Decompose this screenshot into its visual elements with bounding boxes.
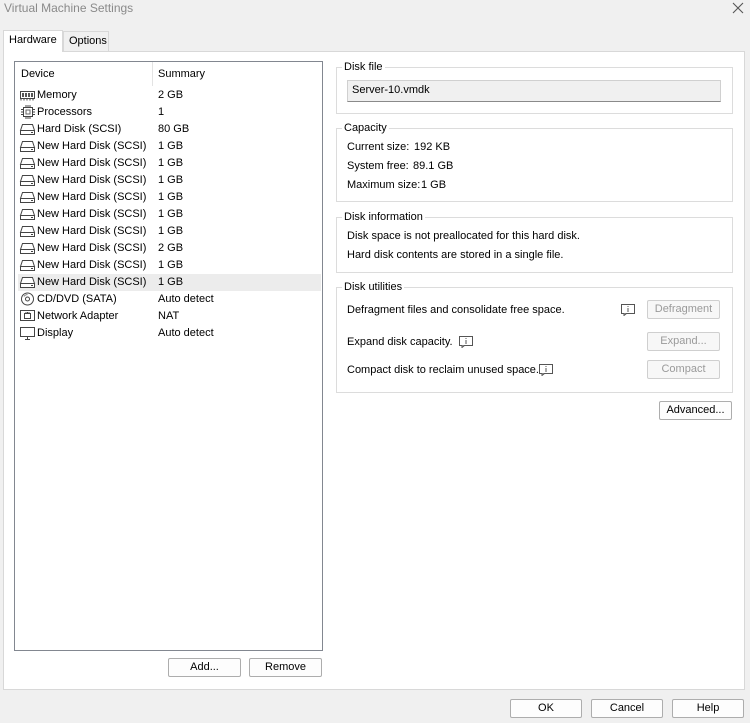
device-summary: 2 GB (158, 89, 184, 101)
hard-disk-icon (19, 190, 36, 204)
system-free-value: 89.1 GB (413, 160, 454, 172)
system-free-label: System free: (347, 160, 409, 172)
device-row[interactable]: New Hard Disk (SCSI) 1 GB (18, 206, 321, 223)
device-summary: 1 GB (158, 174, 184, 186)
add-device-button[interactable]: Add... (168, 658, 241, 677)
device-summary: Auto detect (158, 327, 214, 339)
device-row[interactable]: Hard Disk (SCSI) 80 GB (18, 121, 321, 138)
device-row[interactable]: CD/DVD (SATA) Auto detect (18, 291, 321, 308)
device-row[interactable]: New Hard Disk (SCSI) 1 GB (18, 274, 321, 291)
device-summary: 1 GB (158, 191, 184, 203)
device-summary: 1 GB (158, 276, 184, 288)
device-name: New Hard Disk (SCSI) (37, 140, 147, 152)
memory-icon (19, 88, 36, 102)
device-name: New Hard Disk (SCSI) (37, 157, 147, 169)
remove-device-button[interactable]: Remove (249, 658, 322, 677)
info-icon[interactable] (621, 304, 635, 317)
device-name: New Hard Disk (SCSI) (37, 242, 147, 254)
ok-button[interactable]: OK (510, 699, 582, 718)
device-name: New Hard Disk (SCSI) (37, 208, 147, 220)
disk-file-field[interactable]: Server-10.vmdk (347, 80, 721, 102)
hard-disk-icon (19, 224, 36, 238)
device-name: Processors (37, 106, 93, 118)
column-header-device[interactable]: Device (21, 68, 55, 80)
advanced-button[interactable]: Advanced... (659, 401, 732, 420)
device-row[interactable]: Processors 1 (18, 104, 321, 121)
device-summary: 1 GB (158, 225, 184, 237)
hard-disk-icon (19, 258, 36, 272)
device-row[interactable]: New Hard Disk (SCSI) 1 GB (18, 155, 321, 172)
device-row[interactable]: Display Auto detect (18, 325, 321, 342)
device-name: CD/DVD (SATA) (37, 293, 117, 305)
processor-icon (19, 105, 36, 119)
device-row[interactable]: New Hard Disk (SCSI) 1 GB (18, 189, 321, 206)
device-summary: 2 GB (158, 242, 184, 254)
hard-disk-icon (19, 241, 36, 255)
device-name: Display (37, 327, 74, 339)
device-name: Memory (37, 89, 77, 101)
disk-info-line-2: Hard disk contents are stored in a singl… (347, 249, 564, 261)
device-row[interactable]: New Hard Disk (SCSI) 1 GB (18, 138, 321, 155)
device-summary: 1 GB (158, 259, 184, 271)
device-row[interactable]: New Hard Disk (SCSI) 1 GB (18, 172, 321, 189)
disk-information-group (336, 217, 733, 273)
maximum-size-label: Maximum size: (347, 179, 421, 191)
device-name: New Hard Disk (SCSI) (37, 276, 147, 288)
expand-button[interactable]: Expand... (647, 332, 720, 351)
device-row[interactable]: New Hard Disk (SCSI) 1 GB (18, 257, 321, 274)
current-size-label: Current size: (347, 141, 410, 153)
close-icon[interactable] (730, 0, 746, 16)
compact-text: Compact disk to reclaim unused space. (347, 364, 539, 376)
disk-utilities-label: Disk utilities (342, 281, 405, 293)
device-name: Network Adapter (37, 310, 119, 322)
hard-disk-icon (19, 275, 36, 289)
device-row[interactable]: Network Adapter NAT (18, 308, 321, 325)
defragment-text: Defragment files and consolidate free sp… (347, 304, 565, 316)
device-name: New Hard Disk (SCSI) (37, 225, 147, 237)
hard-disk-icon (19, 207, 36, 221)
device-summary: 1 (158, 106, 165, 118)
hard-disk-icon (19, 173, 36, 187)
maximum-size-value: 1 GB (421, 179, 447, 191)
tab-hardware[interactable]: Hardware (3, 30, 63, 52)
device-row[interactable]: New Hard Disk (SCSI) 1 GB (18, 223, 321, 240)
device-name: New Hard Disk (SCSI) (37, 259, 147, 271)
current-size-value: 192 KB (414, 141, 451, 153)
defragment-button[interactable]: Defragment (647, 300, 720, 319)
display-icon (19, 326, 36, 340)
device-row[interactable]: New Hard Disk (SCSI) 2 GB (18, 240, 321, 257)
device-summary: Auto detect (158, 293, 214, 305)
disk-information-label: Disk information (342, 211, 425, 223)
info-icon[interactable] (459, 336, 473, 349)
device-summary: 1 GB (158, 157, 184, 169)
disk-info-line-1: Disk space is not preallocated for this … (347, 230, 580, 242)
window-title: Virtual Machine Settings (4, 1, 134, 15)
network-adapter-icon (19, 309, 36, 323)
info-icon[interactable] (539, 364, 553, 377)
compact-button[interactable]: Compact (647, 360, 720, 379)
device-summary: 80 GB (158, 123, 190, 135)
device-summary: 1 GB (158, 140, 184, 152)
disk-file-label: Disk file (342, 61, 385, 73)
hard-disk-icon (19, 156, 36, 170)
device-row[interactable]: Memory 2 GB (18, 87, 321, 104)
hard-disk-icon (19, 139, 36, 153)
device-summary: 1 GB (158, 208, 184, 220)
cd-dvd-icon (19, 292, 36, 306)
expand-text: Expand disk capacity. (347, 336, 453, 348)
device-name: New Hard Disk (SCSI) (37, 174, 147, 186)
tab-options[interactable]: Options (63, 31, 109, 51)
cancel-button[interactable]: Cancel (591, 699, 663, 718)
column-header-summary[interactable]: Summary (158, 68, 205, 80)
device-summary: NAT (158, 310, 180, 322)
device-name: Hard Disk (SCSI) (37, 123, 122, 135)
capacity-label: Capacity (342, 122, 389, 134)
column-separator (152, 62, 153, 86)
help-button[interactable]: Help (672, 699, 744, 718)
hard-disk-icon (19, 122, 36, 136)
device-name: New Hard Disk (SCSI) (37, 191, 147, 203)
